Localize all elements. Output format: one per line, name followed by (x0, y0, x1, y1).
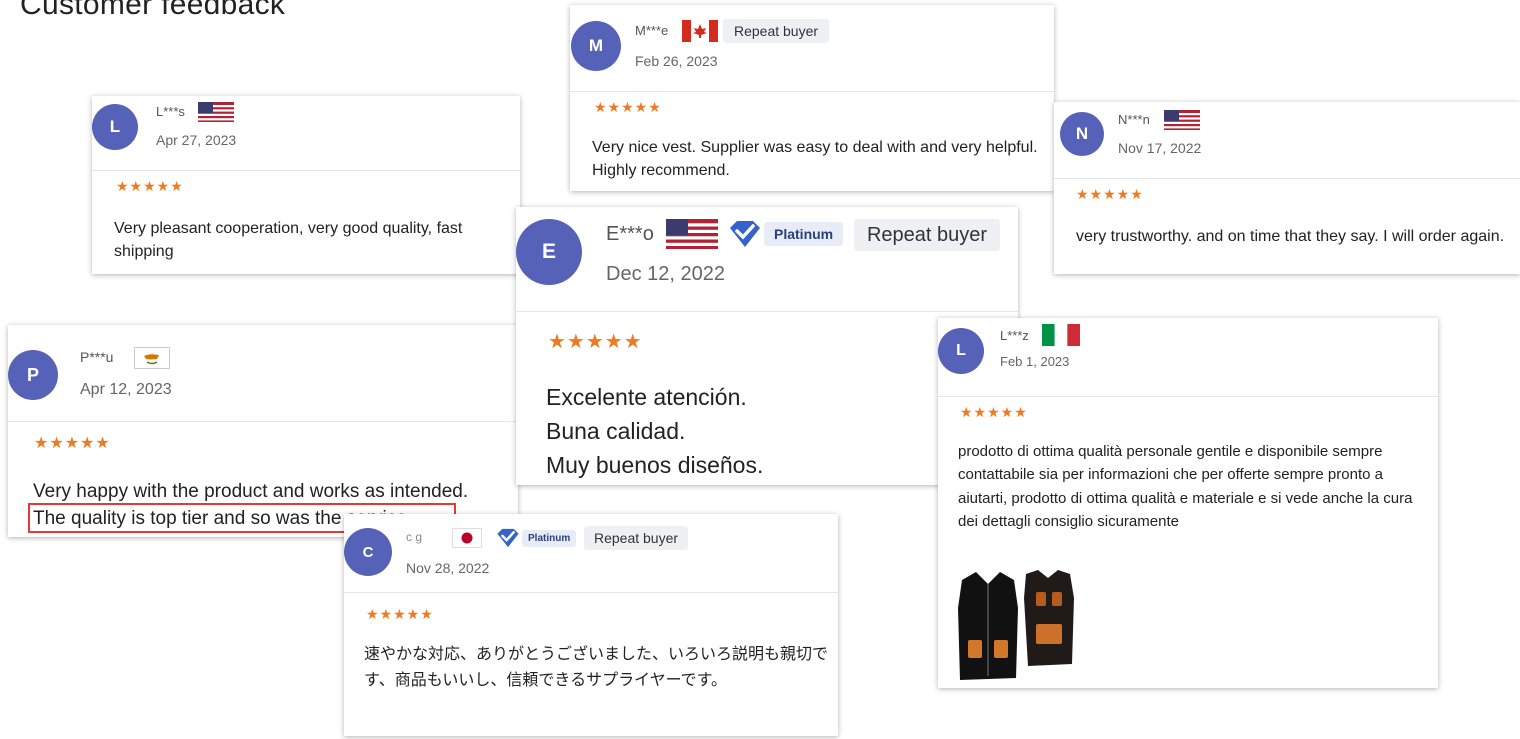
review-card-nn: N N***n Nov 17, 2022 ★★★★★ very trustwor… (1054, 102, 1520, 274)
review-text: prodotto di ottima qualità personale gen… (958, 443, 1413, 530)
platinum-badge: Platinum (496, 527, 577, 549)
review-date: Feb 1, 2023 (1000, 354, 1070, 369)
review-card-mote: M M***e Repeat buyer Feb 26, 2023 ★★★★★ … (570, 5, 1054, 191)
divider (92, 170, 520, 171)
reviewer-name: L***z (1000, 328, 1029, 343)
review-text-line-2: Buna calidad. (546, 418, 686, 444)
star-rating: ★★★★★ (1076, 186, 1144, 202)
divider (344, 592, 838, 593)
avatar: M (571, 21, 621, 71)
reviewer-name: L***s (156, 104, 185, 119)
review-text: Very pleasant cooperation, very good qua… (114, 220, 463, 260)
platinum-label: Platinum (522, 529, 577, 547)
reviewer-name: N***n (1118, 112, 1150, 127)
japan-flag-icon (452, 528, 482, 548)
review-card-cg: C c g Platinum Repeat buyer Nov 28, 2022… (344, 514, 838, 736)
review-date: Nov 17, 2022 (1118, 140, 1202, 156)
review-text-line-1: Excelente atención. (546, 384, 747, 410)
star-rating: ★★★★★ (34, 435, 111, 452)
avatar: L (92, 104, 138, 150)
review-text-line-3: Muy buenos diseños. (546, 452, 764, 478)
divider (938, 396, 1438, 397)
avatar: E (516, 219, 582, 285)
italy-flag-icon (1042, 324, 1080, 346)
page-title: Customer feedback (20, 0, 286, 21)
us-flag-icon (1164, 110, 1200, 130)
us-flag-icon (666, 219, 718, 249)
reviewer-name: c g (406, 530, 423, 544)
platinum-diamond-icon (497, 528, 519, 548)
star-rating: ★★★★★ (960, 404, 1028, 420)
us-flag-icon (198, 102, 234, 122)
avatar: P (8, 350, 58, 400)
repeat-buyer-badge: Repeat buyer (854, 219, 1000, 251)
divider (516, 311, 1018, 312)
avatar: L (938, 328, 984, 374)
review-date: Apr 12, 2023 (80, 381, 172, 398)
platinum-label: Platinum (764, 222, 844, 246)
avatar: C (344, 528, 392, 576)
reviewer-name: M***e (635, 23, 669, 38)
reviewer-name: P***u (80, 349, 114, 365)
heated-vest-image (958, 570, 1074, 680)
review-card-lots: L L***s Apr 27, 2023 ★★★★★ Very pleasant… (92, 96, 520, 274)
review-card-lz: L L***z Feb 1, 2023 ★★★★★ prodotto di ot… (938, 318, 1438, 688)
avatar: N (1060, 112, 1104, 156)
divider (570, 91, 1054, 92)
reviewer-name: E***o (606, 223, 654, 245)
repeat-buyer-badge: Repeat buyer (584, 526, 688, 550)
repeat-buyer-badge: Repeat buyer (723, 19, 829, 43)
review-text-line-1: Very happy with the product and works as… (33, 481, 469, 502)
star-rating: ★★★★★ (548, 331, 643, 353)
star-rating: ★★★★★ (366, 606, 434, 622)
review-date: Apr 27, 2023 (156, 132, 237, 148)
review-text: very trustworthy. and on time that they … (1076, 228, 1505, 245)
review-date: Feb 26, 2023 (635, 53, 718, 69)
platinum-diamond-icon (730, 221, 760, 247)
review-text: Very nice vest. Supplier was easy to dea… (592, 139, 1038, 179)
canada-flag-icon (682, 20, 718, 42)
platinum-badge: Platinum (728, 219, 844, 249)
review-date: Dec 12, 2022 (606, 263, 725, 285)
review-card-pu: P P***u Apr 12, 2023 ★★★★★ Very happy wi… (8, 325, 518, 537)
star-rating: ★★★★★ (594, 99, 662, 115)
star-rating: ★★★★★ (116, 178, 184, 194)
divider (8, 421, 518, 422)
divider (1054, 178, 1520, 179)
review-text: 速やかな対応、ありがとうございました、いろいろ説明も親切です、商品もいいし、信頼… (364, 646, 829, 689)
review-date: Nov 28, 2022 (406, 560, 490, 576)
cyprus-flag-icon (134, 347, 170, 369)
